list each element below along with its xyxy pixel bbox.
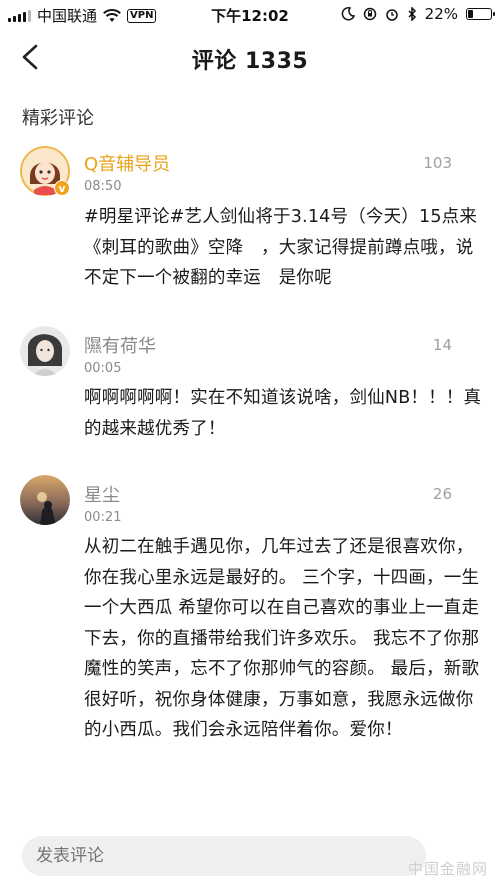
- like-count[interactable]: 103: [423, 154, 452, 172]
- like-count[interactable]: 14: [433, 336, 452, 354]
- watermark: 中国金融网: [407, 860, 488, 878]
- battery-icon: [466, 8, 495, 20]
- avatar[interactable]: [20, 475, 70, 525]
- comment-time: 00:21: [84, 510, 122, 525]
- avatar-image: [20, 326, 70, 376]
- comment-content: #明星评论#艺人剑仙将于3.14号（今天）15点来《刺耳的歌曲》空降 ，大家记得…: [84, 207, 478, 288]
- section-title: 精彩评论: [22, 108, 94, 129]
- comment-content: 啊啊啊啊啊！实在不知道该说啥，剑仙NB！！！真的越来越优秀了！: [84, 388, 482, 439]
- moon-icon: [341, 7, 355, 21]
- alarm-icon: [385, 9, 398, 21]
- comment-time: 08:50: [84, 179, 122, 194]
- comment-time: 00:05: [84, 361, 122, 376]
- comment-input[interactable]: [22, 836, 426, 876]
- avatar-image: [20, 475, 70, 525]
- status-bar: 中国联通 VPN 下午12:02 22%: [0, 0, 500, 28]
- username[interactable]: Q音辅导员: [84, 150, 170, 176]
- verified-badge: v: [54, 180, 70, 196]
- avatar[interactable]: [20, 326, 70, 376]
- page-title: 评论 1335: [191, 49, 309, 74]
- nav-bar: 评论 1335: [0, 30, 500, 84]
- lock-rotation-icon: [363, 7, 376, 21]
- username[interactable]: 隰有荷华: [84, 332, 156, 358]
- like-count[interactable]: 26: [433, 485, 452, 503]
- username[interactable]: 星尘: [84, 481, 120, 507]
- status-right: 22%: [341, 5, 495, 23]
- battery-percent: 22%: [424, 5, 458, 23]
- comment-content: 从初二在触手遇见你，几年过去了还是很喜欢你，你在我心里永远是最好的。 三个字，十…: [84, 537, 480, 740]
- bluetooth-icon: [408, 7, 416, 21]
